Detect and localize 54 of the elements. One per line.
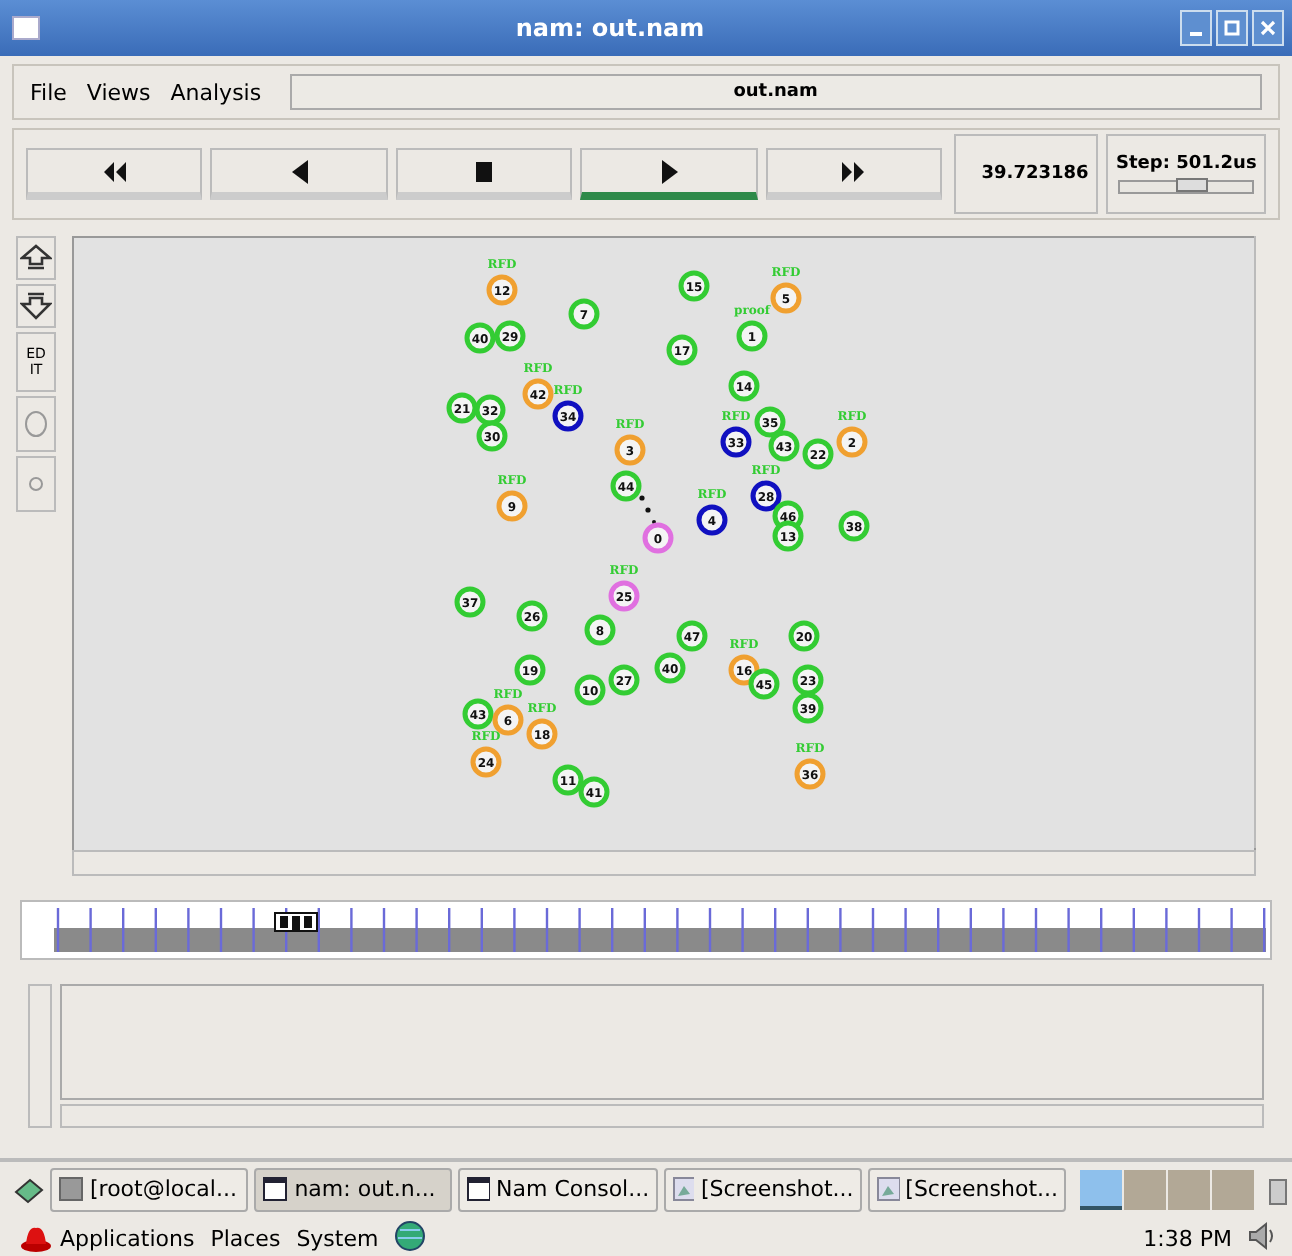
back-button[interactable] [210,148,388,200]
taskbar-button[interactable]: [Screenshot... [663,1167,862,1211]
taskbar-button[interactable]: nam: out.n... [254,1167,453,1211]
image-icon [875,1176,900,1202]
panel-menu[interactable]: System [296,1225,379,1251]
trash-icon[interactable] [1268,1173,1289,1205]
show-desktop-icon[interactable] [12,1173,44,1205]
horizontal-scrollbar[interactable] [60,1104,1264,1128]
small-circle-icon [28,476,44,492]
timeline[interactable] [20,900,1272,960]
hat-icon[interactable] [20,1224,52,1252]
menu-item[interactable]: Analysis [170,79,262,105]
window-icon [262,1176,289,1202]
forward-button[interactable] [765,148,943,200]
time-display: 39.723186 [954,134,1099,214]
stop-button[interactable] [395,148,573,200]
zoom-out-button[interactable] [16,284,56,328]
taskbar-button[interactable]: [root@local... [50,1167,249,1211]
globe-icon[interactable] [394,1219,427,1256]
circle-icon [24,410,48,438]
taskbar-button[interactable]: Nam Consol... [458,1167,658,1211]
menu-item[interactable]: File [30,79,67,105]
rewind-icon [100,159,129,183]
vertical-scrollbar[interactable] [28,984,52,1128]
image-icon [671,1176,695,1202]
window-icon [466,1176,491,1202]
clock[interactable]: 1:38 PM [1143,1225,1232,1251]
volume-icon[interactable] [1248,1219,1276,1256]
menu-item[interactable]: Views [86,79,151,105]
file-name-field: out.nam [289,74,1262,110]
taskbar-button[interactable]: [Screenshot... [867,1167,1067,1211]
workspace-button[interactable] [1080,1169,1123,1209]
step-slider[interactable] [1118,180,1255,194]
close-button[interactable] [1252,10,1284,46]
slider-thumb[interactable] [1176,178,1209,192]
terminal-icon [58,1176,84,1202]
step-label: Step: 501.2us [1116,154,1257,174]
horizontal-scrollbar[interactable] [72,850,1256,876]
packet-drawing [639,495,656,524]
close-icon [1260,20,1276,36]
node-tool-button[interactable] [16,396,56,452]
play-button[interactable] [580,148,758,200]
maximize-icon [1224,20,1240,36]
time-marker-icon[interactable] [274,912,318,932]
window-title: nam: out.nam [513,14,707,42]
panel-menu[interactable]: Places [210,1225,281,1251]
point-tool-button[interactable] [16,456,56,512]
maximize-button[interactable] [1216,10,1248,46]
rewind-button[interactable] [26,148,203,200]
window-menu-icon[interactable] [12,16,40,40]
minimize-button[interactable] [1180,10,1212,46]
forward-icon [840,159,869,183]
panel-menu[interactable]: Applications [60,1225,195,1251]
zoom-in-button[interactable] [16,236,56,280]
